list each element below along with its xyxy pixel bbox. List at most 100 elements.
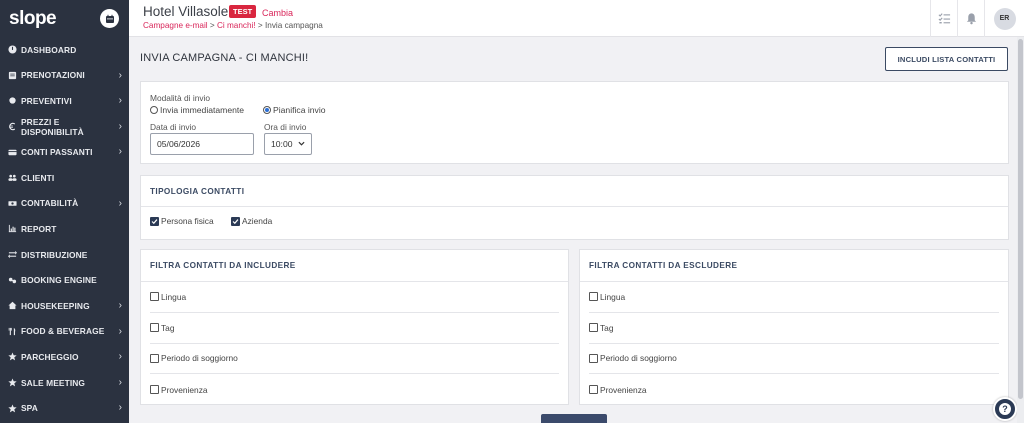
help-button[interactable]: ?	[993, 397, 1017, 421]
sidebar-item-sale-meeting[interactable]: SALE MEETING ›	[0, 370, 129, 396]
send-settings-card: Modalità di invio Invia immediatamente P…	[140, 81, 1009, 164]
send-mode-label: Modalità di invio	[150, 93, 211, 103]
sidebar-item-label: REPORT	[21, 223, 57, 234]
radio-send-now[interactable]: Invia immediatamente	[150, 105, 244, 115]
filter-include-provenienza[interactable]: Provenienza	[150, 374, 559, 405]
sidebar-item-distribuzione[interactable]: DISTRIBUZIONE	[0, 242, 129, 268]
book-icon	[8, 71, 17, 80]
sidebar-item-dashboard[interactable]: DASHBOARD	[0, 37, 129, 63]
sidebar-item-label: CLIENTI	[21, 172, 55, 183]
radio-label: Invia immediatamente	[160, 105, 245, 115]
chevron-right-icon: ›	[118, 95, 122, 107]
checkbox[interactable]	[150, 216, 159, 226]
calendar-icon	[105, 14, 114, 23]
star-icon	[8, 404, 17, 413]
checkbox[interactable]	[150, 292, 159, 302]
scrollbar-thumb[interactable]	[1018, 39, 1023, 399]
checkbox[interactable]	[589, 385, 598, 395]
sidebar-item-booking-engine[interactable]: BOOKING ENGINE	[0, 267, 129, 293]
filter-exclude-provenienza[interactable]: Provenienza	[589, 374, 999, 405]
tasks-button[interactable]	[930, 0, 957, 37]
sidebar-item-parcheggio[interactable]: PARCHEGGIO ›	[0, 344, 129, 370]
sidebar-item-prezzi[interactable]: PREZZI E DISPONIBILITÀ ›	[0, 114, 129, 140]
sidebar-item-label: PARCHEGGIO	[21, 351, 79, 362]
notifications-button[interactable]	[957, 0, 984, 37]
sidebar-item-label: SALE MEETING	[21, 377, 86, 388]
check-icon	[151, 218, 158, 224]
date-value: 05/06/2026	[157, 139, 201, 149]
breadcrumb-ci-manchi[interactable]: Ci manchi!	[217, 21, 256, 30]
filter-exclude-periodo[interactable]: Periodo di soggiorno	[589, 344, 999, 375]
checkbox-azienda[interactable]: Azienda	[231, 216, 272, 226]
sidebar-item-contabilita[interactable]: CONTABILITÀ ›	[0, 191, 129, 217]
breadcrumb-campagne[interactable]: Campagne e-mail	[143, 21, 208, 30]
filter-exclude-tag[interactable]: Tag	[589, 313, 999, 344]
test-badge: TEST	[229, 5, 257, 18]
user-menu[interactable]: ER	[984, 0, 1024, 37]
filter-include-periodo[interactable]: Periodo di soggiorno	[150, 344, 559, 375]
chevron-right-icon: ›	[118, 197, 122, 209]
radio-label: Pianifica invio	[273, 105, 326, 115]
filter-exclude-title: FILTRA CONTATTI DA ESCLUDERE	[580, 250, 1008, 282]
checkbox-label: Periodo di soggiorno	[161, 353, 238, 364]
checkbox-persona-fisica[interactable]: Persona fisica	[150, 216, 214, 226]
checkbox[interactable]	[150, 353, 159, 363]
filter-include-lingua[interactable]: Lingua	[150, 282, 559, 313]
chevron-right-icon: ›	[118, 402, 122, 414]
bell-icon	[966, 13, 976, 25]
send-time-select[interactable]: 10:00	[264, 133, 312, 155]
filter-exclude-lingua[interactable]: Lingua	[589, 282, 999, 313]
contact-type-card: TIPOLOGIA CONTATTI Persona fisica Aziend…	[140, 175, 1009, 240]
checkbox[interactable]	[231, 216, 240, 226]
scrollbar[interactable]	[1017, 37, 1024, 423]
chevron-right-icon: ›	[118, 69, 122, 81]
checkbox-label: Provenienza	[600, 384, 647, 395]
card-icon	[8, 148, 17, 157]
checkbox[interactable]	[589, 292, 598, 302]
sidebar-item-report[interactable]: REPORT	[0, 216, 129, 242]
filter-exclude-card: FILTRA CONTATTI DA ESCLUDERE Lingua Tag …	[579, 249, 1009, 405]
contact-type-title: TIPOLOGIA CONTATTI	[141, 176, 1008, 207]
chevron-right-icon: ›	[118, 146, 122, 158]
calendar-button[interactable]	[100, 9, 119, 28]
checkbox-label: Azienda	[242, 216, 273, 226]
checkbox[interactable]	[150, 385, 159, 395]
check-icon	[232, 218, 239, 224]
radio-schedule[interactable]: Pianifica invio	[263, 105, 326, 115]
sidebar-header: slope	[0, 0, 129, 37]
chevron-down-icon	[298, 141, 305, 146]
avatar[interactable]: ER	[993, 7, 1016, 30]
filter-exclude-list: Lingua Tag Periodo di soggiorno Provenie…	[589, 282, 999, 405]
chevron-right-icon: ›	[118, 299, 122, 311]
sidebar-item-preventivi[interactable]: PREVENTIVI ›	[0, 88, 129, 114]
filter-include-tag[interactable]: Tag	[150, 313, 559, 344]
sidebar-item-label: CONTI PASSANTI	[21, 147, 93, 158]
sidebar-item-label: BOOKING ENGINE	[21, 275, 97, 286]
checkbox[interactable]	[589, 323, 598, 333]
sidebar-item-label: FOOD & BEVERAGE	[21, 326, 105, 337]
sidebar-item-spa[interactable]: SPA ›	[0, 395, 129, 421]
question-icon: ?	[999, 403, 1011, 415]
radio-button[interactable]	[263, 106, 271, 114]
chevron-right-icon: ›	[118, 376, 122, 388]
radio-button[interactable]	[150, 106, 158, 114]
sidebar-item-label: PRENOTAZIONI	[21, 70, 85, 81]
time-value: 10:00	[271, 139, 293, 149]
breadcrumb-separator: >	[207, 21, 217, 30]
page-title: INVIA CAMPAGNA - CI MANCHI!	[140, 52, 309, 64]
checkbox[interactable]	[589, 353, 598, 363]
submit-button[interactable]	[541, 414, 607, 423]
change-hotel-link[interactable]: Cambia	[262, 8, 293, 18]
sidebar-item-clienti[interactable]: CLIENTI	[0, 165, 129, 191]
slope-logo: slope	[9, 7, 57, 29]
sidebar-item-prenotazioni[interactable]: PRENOTAZIONI ›	[0, 63, 129, 89]
checkbox-label: Lingua	[600, 291, 626, 302]
sidebar-item-food-beverage[interactable]: FOOD & BEVERAGE ›	[0, 319, 129, 345]
send-date-input[interactable]: 05/06/2026	[150, 133, 254, 155]
sidebar-item-conti-passanti[interactable]: CONTI PASSANTI ›	[0, 139, 129, 165]
include-contact-list-button[interactable]: INCLUDI LISTA CONTATTI	[885, 47, 1008, 71]
filter-include-card: FILTRA CONTATTI DA INCLUDERE Lingua Tag …	[140, 249, 569, 405]
sidebar-item-housekeeping[interactable]: HOUSEKEEPING ›	[0, 293, 129, 319]
quote-icon	[8, 96, 17, 105]
checkbox[interactable]	[150, 323, 159, 333]
